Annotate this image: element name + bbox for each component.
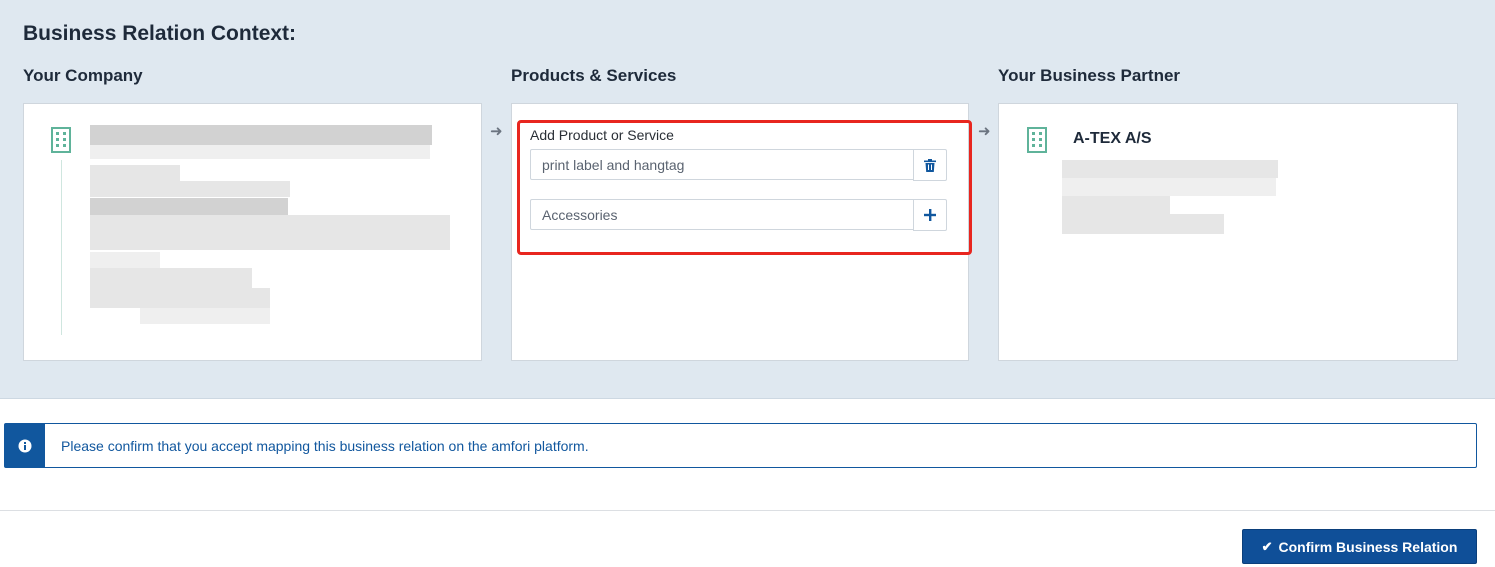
add-product-button[interactable] bbox=[913, 199, 947, 231]
redacted-text bbox=[90, 145, 430, 159]
product-entry-field[interactable]: print label and hangtag bbox=[530, 149, 914, 180]
alert-message: Please confirm that you accept mapping t… bbox=[61, 438, 589, 454]
redacted-text bbox=[90, 268, 252, 288]
redacted-text bbox=[90, 198, 288, 215]
redacted-text bbox=[90, 165, 180, 181]
redacted-text bbox=[90, 288, 270, 308]
confirmation-alert: Please confirm that you accept mapping t… bbox=[4, 423, 1477, 468]
redacted-text bbox=[90, 233, 450, 250]
checkmark-icon: ✔ bbox=[1261, 538, 1273, 554]
confirm-button-label: Confirm Business Relation bbox=[1278, 538, 1458, 555]
redacted-text bbox=[1062, 214, 1224, 234]
redacted-company-name bbox=[90, 125, 432, 145]
plus-icon bbox=[924, 209, 936, 221]
redacted-text bbox=[1062, 196, 1170, 214]
redacted-text bbox=[1062, 160, 1278, 178]
context-title: Business Relation Context: bbox=[23, 22, 297, 45]
add-product-label: Add Product or Service bbox=[530, 127, 674, 143]
arrow-right-icon: ➜ bbox=[978, 123, 991, 140]
redacted-text bbox=[90, 215, 450, 233]
your-company-label: Your Company bbox=[23, 66, 143, 85]
building-icon bbox=[51, 127, 71, 153]
products-services-label: Products & Services bbox=[511, 66, 677, 85]
partner-name: A-TEX A/S bbox=[1073, 130, 1152, 147]
business-partner-label: Your Business Partner bbox=[998, 66, 1181, 85]
redacted-text bbox=[90, 181, 290, 197]
trash-icon bbox=[924, 158, 936, 172]
redacted-text bbox=[90, 252, 160, 268]
confirm-business-relation-button[interactable]: ✔ Confirm Business Relation bbox=[1242, 529, 1477, 564]
redacted-text bbox=[1062, 178, 1276, 196]
business-relation-context: Business Relation Context: Your Company … bbox=[0, 0, 1495, 399]
alert-icon-box bbox=[5, 424, 45, 467]
company-tree-line bbox=[61, 160, 62, 335]
new-product-input[interactable]: Accessories bbox=[530, 199, 914, 230]
redacted-text bbox=[140, 308, 270, 324]
remove-product-button[interactable] bbox=[913, 149, 947, 181]
footer-divider bbox=[0, 510, 1495, 511]
building-icon bbox=[1027, 127, 1047, 153]
info-icon bbox=[18, 439, 32, 452]
arrow-right-icon: ➜ bbox=[490, 123, 503, 140]
